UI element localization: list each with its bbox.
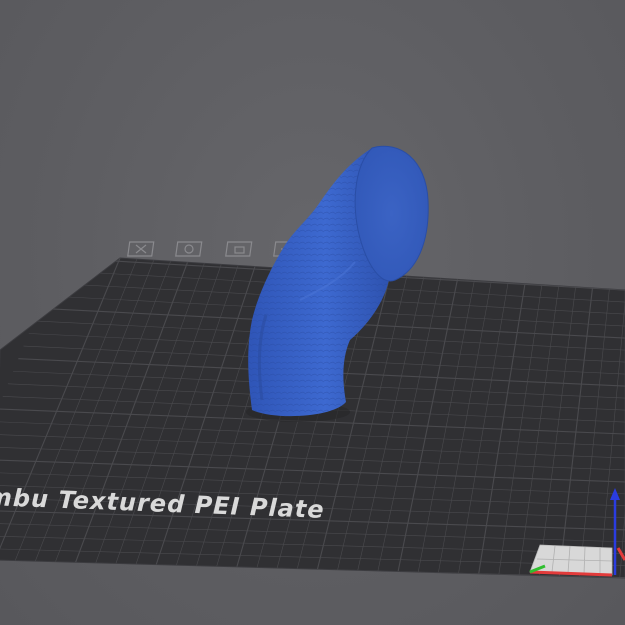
plate-icons [127,241,301,257]
scene-canvas: Bambu Textured PEI Plate [0,145,625,579]
lock-icon[interactable] [225,241,253,257]
close-x-icon[interactable] [127,241,155,257]
3d-viewport[interactable]: Bambu Textured PEI Plate [0,0,625,625]
auto-orient-icon[interactable] [175,241,203,257]
